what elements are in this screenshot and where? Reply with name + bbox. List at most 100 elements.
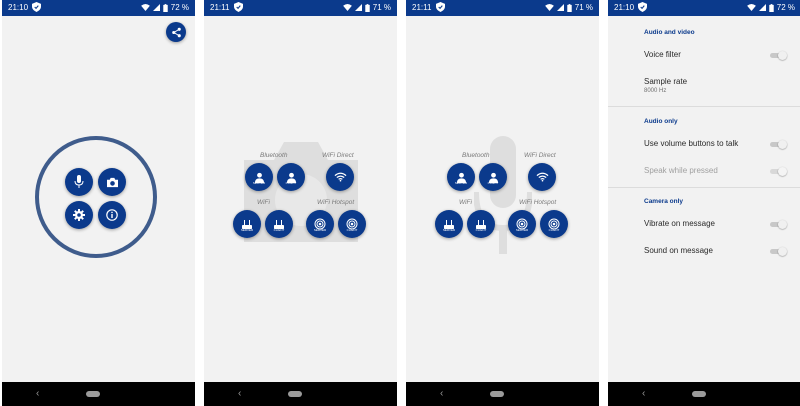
status-bar: 21:11 71 % [406, 0, 599, 16]
back-icon[interactable]: ‹ [238, 388, 241, 399]
section-camera-only: Camera only [644, 198, 684, 205]
status-bar: 21:10 72 % [2, 0, 195, 16]
server-caption: SERVER [515, 228, 529, 232]
bluetooth-server-button[interactable]: SERVER [245, 163, 273, 191]
wifi-signal-icon [140, 4, 150, 11]
shield-icon [32, 2, 41, 12]
home-pill-icon[interactable] [490, 391, 504, 397]
status-time: 21:11 [210, 3, 230, 12]
sample-rate-label[interactable]: Sample rate [644, 77, 687, 86]
battery-icon [567, 3, 572, 12]
wifi-client-button[interactable]: CLIENT [467, 210, 495, 238]
wifi-direct-button[interactable] [528, 163, 556, 191]
screen-settings: 21:10 72 % Audio and video Voice filter … [608, 0, 800, 406]
client-caption: CLIENT [475, 228, 487, 232]
camera-icon [106, 177, 118, 187]
wifi-icon [334, 172, 346, 182]
vibrate-on-message-label[interactable]: Vibrate on message [644, 219, 715, 228]
hotspot-client-button[interactable]: CLIENT [338, 210, 366, 238]
back-icon[interactable]: ‹ [642, 388, 645, 399]
back-icon[interactable]: ‹ [36, 388, 39, 399]
volume-buttons-label[interactable]: Use volume buttons to talk [644, 139, 738, 148]
battery-percent: 71 % [372, 3, 391, 12]
client-caption: CLIENT [487, 181, 499, 185]
battery-percent: 72 % [776, 3, 795, 12]
wifi-direct-label: WiFi Direct [322, 152, 354, 159]
speak-while-pressed-toggle [770, 167, 787, 176]
shield-icon [638, 2, 647, 12]
voice-filter-toggle[interactable] [770, 51, 787, 60]
bluetooth-client-button[interactable]: CLIENT [479, 163, 507, 191]
client-caption: CLIENT [548, 228, 560, 232]
navigation-bar: ‹ [406, 382, 599, 406]
status-time: 21:10 [8, 3, 29, 12]
hotspot-server-button[interactable]: SERVER [508, 210, 536, 238]
audio-mode-button[interactable] [65, 168, 93, 196]
info-button[interactable] [98, 201, 126, 229]
status-bar: 21:11 71 % [204, 0, 397, 16]
cell-signal-icon [758, 4, 766, 11]
wifi-direct-button[interactable] [326, 163, 354, 191]
section-audio-only: Audio only [644, 118, 678, 125]
home-pill-icon[interactable] [86, 391, 100, 397]
toggle-knob [778, 140, 787, 149]
bluetooth-client-button[interactable]: CLIENT [277, 163, 305, 191]
shield-icon [234, 2, 243, 12]
wifi-client-button[interactable]: CLIENT [265, 210, 293, 238]
wifi-label: WiFi [257, 199, 270, 206]
status-bar: 21:10 72 % [608, 0, 800, 16]
home-pill-icon[interactable] [692, 391, 706, 397]
wifi-label: WiFi [459, 199, 472, 206]
cell-signal-icon [152, 4, 160, 11]
wifi-server-button[interactable]: SERVER [233, 210, 261, 238]
home-pill-icon[interactable] [288, 391, 302, 397]
battery-icon [769, 3, 774, 12]
bluetooth-label: Bluetooth [260, 152, 288, 159]
hotspot-client-button[interactable]: CLIENT [540, 210, 568, 238]
volume-buttons-toggle[interactable] [770, 140, 787, 149]
back-icon[interactable]: ‹ [440, 388, 443, 399]
status-time: 21:10 [614, 3, 635, 12]
vibrate-on-message-toggle[interactable] [770, 220, 787, 229]
wifi-direct-label: WiFi Direct [524, 152, 556, 159]
bluetooth-server-button[interactable]: SERVER [447, 163, 475, 191]
battery-percent: 71 % [574, 3, 593, 12]
info-icon [106, 209, 118, 221]
server-caption: SERVER [454, 181, 468, 185]
battery-icon [163, 3, 168, 12]
server-caption: SERVER [313, 228, 327, 232]
settings-button[interactable] [65, 201, 93, 229]
share-icon [171, 27, 181, 37]
wifi-hotspot-label: WiFi Hotspot [317, 199, 355, 206]
wifi-server-button[interactable]: SERVER [435, 210, 463, 238]
share-button[interactable] [166, 22, 186, 42]
screen-audio-connection: 21:11 71 % Bluetooth WiFi Direct SERVER … [406, 0, 599, 406]
sound-on-message-label[interactable]: Sound on message [644, 246, 713, 255]
cell-signal-icon [354, 4, 362, 11]
server-caption: SERVER [252, 181, 266, 185]
hotspot-server-button[interactable]: SERVER [306, 210, 334, 238]
voice-filter-label[interactable]: Voice filter [644, 50, 681, 59]
camera-mode-button[interactable] [98, 168, 126, 196]
client-caption: CLIENT [285, 181, 297, 185]
status-time: 21:11 [412, 3, 432, 12]
battery-percent: 72 % [170, 3, 189, 12]
navigation-bar: ‹ [608, 382, 800, 406]
wifi-signal-icon [342, 4, 352, 11]
sample-rate-value: 8000 Hz [644, 88, 667, 94]
divider [608, 106, 800, 107]
server-caption: SERVER [240, 228, 254, 232]
wifi-hotspot-label: WiFi Hotspot [519, 199, 557, 206]
speak-while-pressed-label: Speak while pressed [644, 166, 718, 175]
divider [608, 187, 800, 188]
settings-icon [73, 209, 85, 221]
sound-on-message-toggle[interactable] [770, 247, 787, 256]
mic-icon [74, 175, 84, 188]
server-caption: SERVER [442, 228, 456, 232]
section-audio-and-video: Audio and video [644, 29, 695, 36]
screen-main-menu: 21:10 72 % ‹ [2, 0, 195, 406]
bluetooth-label: Bluetooth [462, 152, 490, 159]
toggle-knob [778, 247, 787, 256]
toggle-knob [778, 220, 787, 229]
client-caption: CLIENT [273, 228, 285, 232]
